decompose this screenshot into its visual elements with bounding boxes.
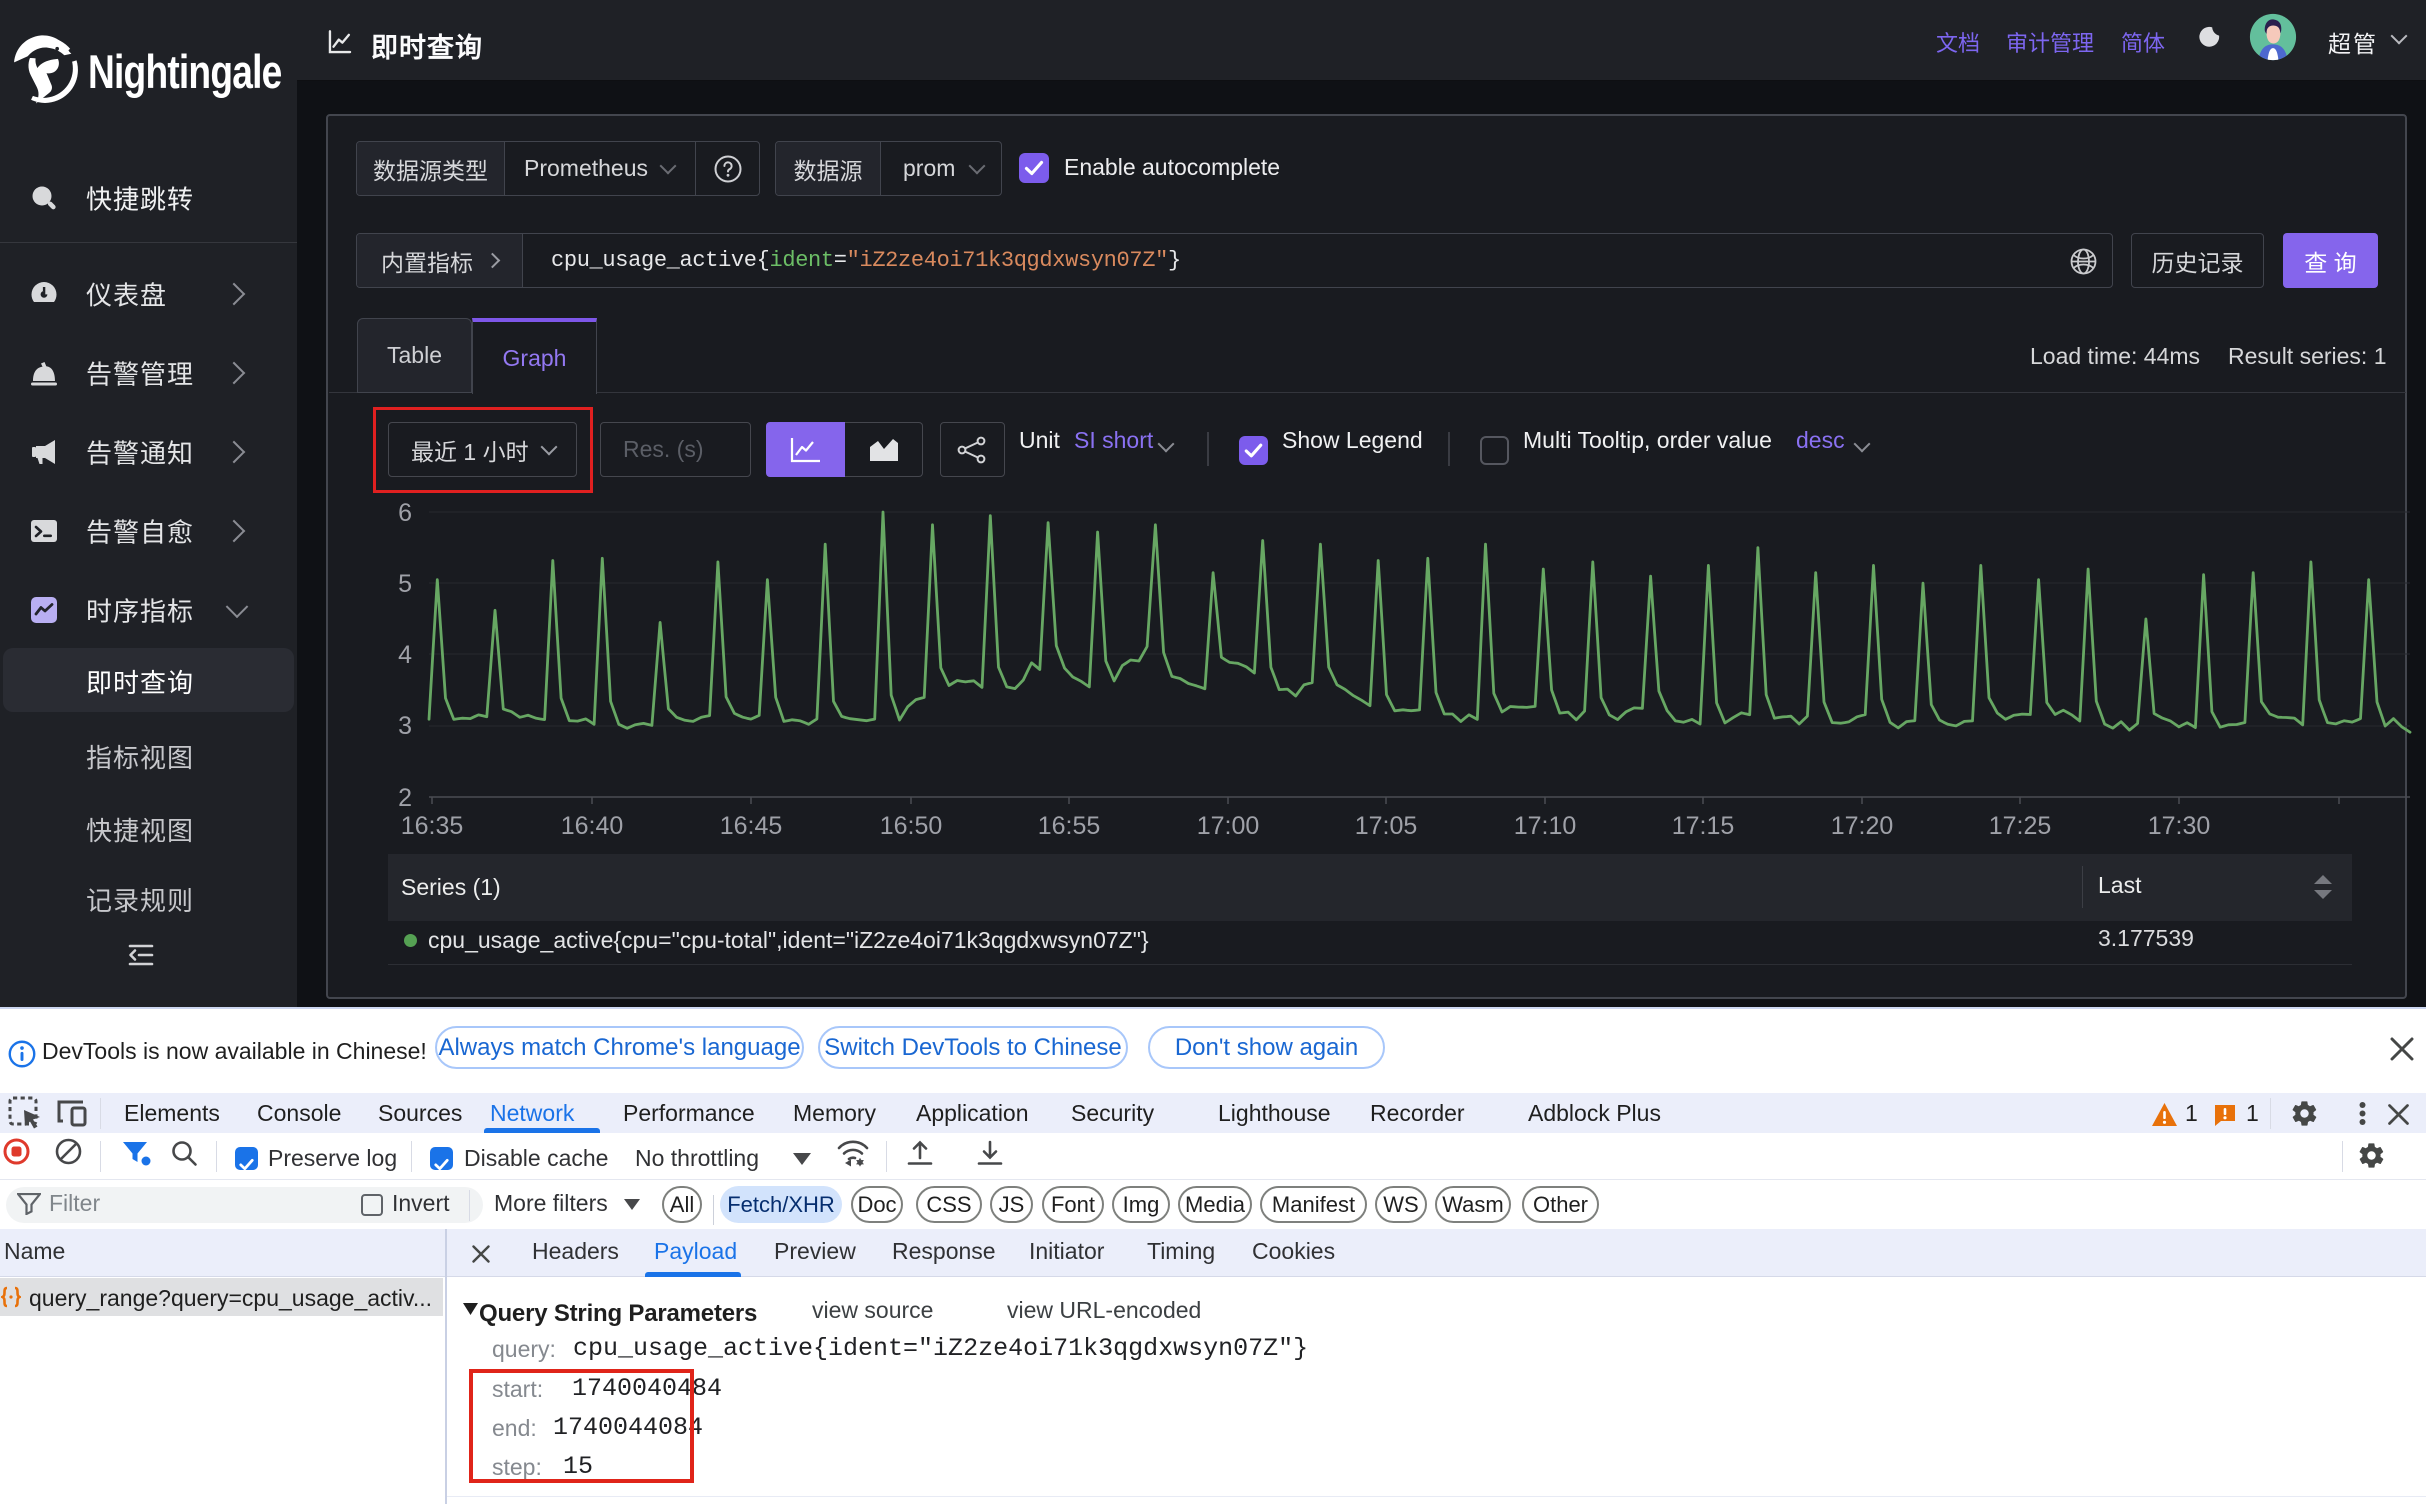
svg-text:5: 5 — [398, 570, 412, 598]
svg-text:16:40: 16:40 — [561, 812, 624, 840]
svg-text:17:30: 17:30 — [2148, 812, 2211, 840]
svg-text:16:35: 16:35 — [401, 812, 464, 840]
svg-text:16:55: 16:55 — [1038, 812, 1101, 840]
svg-text:2: 2 — [398, 784, 412, 812]
svg-text:17:10: 17:10 — [1514, 812, 1577, 840]
svg-text:3: 3 — [398, 712, 412, 740]
svg-text:16:45: 16:45 — [720, 812, 783, 840]
svg-text:16:50: 16:50 — [880, 812, 943, 840]
svg-text:17:25: 17:25 — [1989, 812, 2052, 840]
svg-text:17:15: 17:15 — [1672, 812, 1735, 840]
svg-text:17:05: 17:05 — [1355, 812, 1418, 840]
svg-text:4: 4 — [398, 641, 412, 669]
svg-text:17:00: 17:00 — [1197, 812, 1260, 840]
svg-text:17:20: 17:20 — [1831, 812, 1894, 840]
svg-text:6: 6 — [398, 500, 412, 527]
